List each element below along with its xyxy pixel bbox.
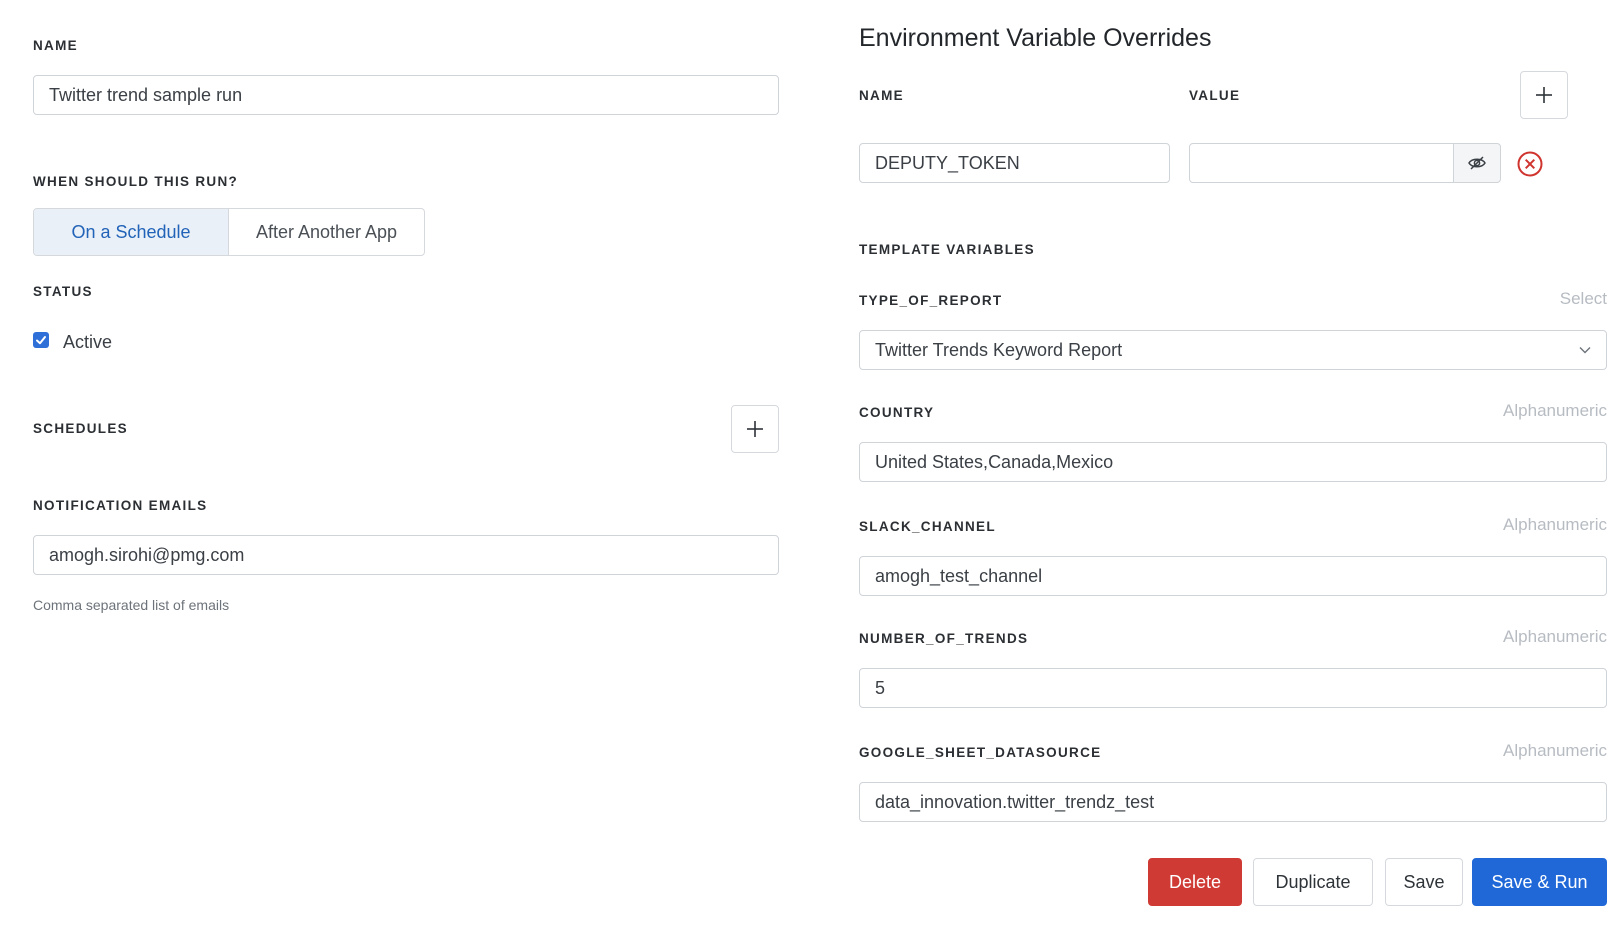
country-hint: Alphanumeric [1503,401,1607,420]
name-input[interactable]: Twitter trend sample run [33,75,779,115]
plus-icon [1536,87,1552,103]
google-sheet-datasource-input[interactable]: data_innovation.twitter_trendz_test [859,782,1607,822]
env-value-input[interactable] [1189,143,1454,183]
env-name-input[interactable]: DEPUTY_TOKEN [859,143,1170,183]
type-of-report-value: Twitter Trends Keyword Report [875,340,1123,360]
schedules-label: SCHEDULES [33,421,128,436]
emails-helper-text: Comma separated list of emails [33,597,230,613]
toggle-visibility-button[interactable] [1454,143,1501,183]
status-label: STATUS [33,284,93,299]
run-trigger-segmented-control: On a Schedule After Another App [33,208,425,256]
on-schedule-option[interactable]: On a Schedule [34,209,229,255]
add-env-variable-button[interactable] [1520,71,1568,119]
env-value-header: VALUE [1189,88,1241,103]
save-button[interactable]: Save [1385,858,1463,906]
notification-emails-label: NOTIFICATION EMAILS [33,498,208,513]
name-label: NAME [33,38,78,53]
env-overrides-title: Environment Variable Overrides [859,24,1212,52]
google-sheet-datasource-hint: Alphanumeric [1503,741,1607,760]
active-label: Active [63,332,113,352]
remove-env-variable-icon[interactable] [1517,151,1543,177]
delete-button[interactable]: Delete [1148,858,1242,906]
check-icon [36,336,46,345]
plus-icon [747,421,763,437]
active-checkbox[interactable] [33,332,49,348]
notification-emails-input[interactable]: amogh.sirohi@pmg.com [33,535,779,575]
type-of-report-hint: Select [1559,289,1607,308]
google-sheet-datasource-label: GOOGLE_SHEET_DATASOURCE [859,745,1102,760]
slack-channel-input[interactable]: amogh_test_channel [859,556,1607,596]
run-config-page: NAME Twitter trend sample run WHEN SHOUL… [0,0,1619,927]
duplicate-button[interactable]: Duplicate [1253,858,1373,906]
number-of-trends-input[interactable]: 5 [859,668,1607,708]
country-input[interactable]: United States,Canada,Mexico [859,442,1607,482]
slack-channel-label: SLACK_CHANNEL [859,519,996,534]
env-name-header: NAME [859,88,904,103]
type-of-report-label: TYPE_OF_REPORT [859,293,1003,308]
number-of-trends-hint: Alphanumeric [1503,627,1607,646]
chevron-down-icon [1579,347,1591,354]
template-variables-title: TEMPLATE VARIABLES [859,242,1035,257]
when-label: WHEN SHOULD THIS RUN? [33,174,239,189]
add-schedule-button[interactable] [731,405,779,453]
type-of-report-select[interactable]: Twitter Trends Keyword Report [859,330,1607,370]
number-of-trends-label: NUMBER_OF_TRENDS [859,631,1029,646]
after-another-app-option[interactable]: After Another App [229,209,424,255]
slack-channel-hint: Alphanumeric [1503,515,1607,534]
country-label: COUNTRY [859,405,935,420]
save-and-run-button[interactable]: Save & Run [1472,858,1607,906]
eye-slash-icon [1468,156,1486,170]
